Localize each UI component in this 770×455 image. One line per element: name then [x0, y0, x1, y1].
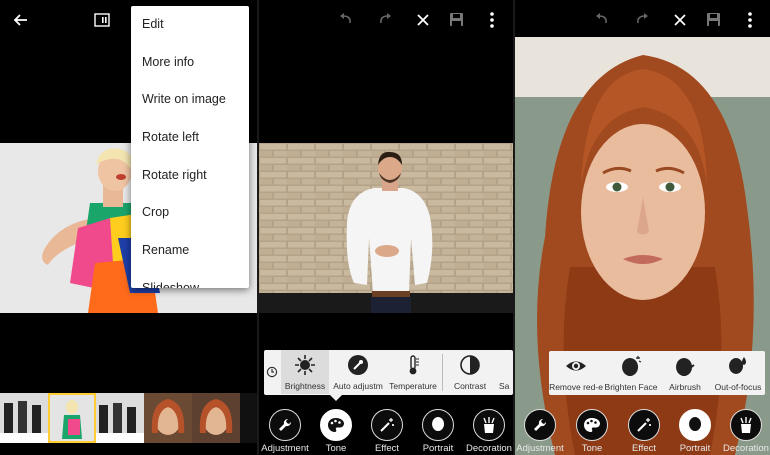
menu-item-more-info[interactable]: More info: [131, 44, 249, 82]
tool-brighten-face[interactable]: Brighten Face: [603, 351, 659, 395]
decoration-icon: [740, 417, 752, 433]
tone-tools-panel: Brightness Auto adjustm Temperature Cont…: [264, 350, 513, 395]
editor-toolbar: [515, 0, 770, 40]
tool-brightness[interactable]: Brightness: [281, 350, 329, 394]
tool-out-of-focus[interactable]: Out-of-focus: [711, 351, 765, 395]
brightness-icon: [295, 355, 315, 375]
temperature-icon: [409, 355, 419, 375]
menu-item-edit[interactable]: Edit: [131, 6, 249, 44]
auto-adjust-icon: [348, 355, 368, 375]
photo-man-brick-wall: [259, 143, 513, 313]
thumbnail-selected[interactable]: [48, 393, 96, 443]
close-icon[interactable]: [416, 13, 430, 27]
gallery-screen: Edit More info Write on image Rotate lef…: [0, 0, 257, 455]
tool-saturation[interactable]: Sa: [499, 350, 513, 394]
save-icon[interactable]: [706, 12, 721, 27]
undo-icon[interactable]: [338, 12, 354, 28]
thumbnail[interactable]: [240, 393, 257, 443]
undo-icon[interactable]: [594, 12, 610, 28]
brighten-face-icon: [622, 356, 642, 376]
menu-item-rotate-right[interactable]: Rotate right: [131, 157, 249, 195]
overflow-menu: Edit More info Write on image Rotate lef…: [131, 6, 249, 288]
redo-icon[interactable]: [634, 12, 650, 28]
tool-label: Remove red-e: [549, 382, 603, 392]
menu-item-slideshow[interactable]: Slideshow: [131, 270, 249, 288]
thumbnail-strip: [0, 393, 257, 443]
thumbnail[interactable]: [96, 393, 144, 443]
menu-item-crop[interactable]: Crop: [131, 194, 249, 232]
eye-icon: [566, 361, 586, 371]
more-options-icon[interactable]: [489, 12, 495, 28]
tool-auto-adjust[interactable]: Auto adjustm: [332, 350, 384, 394]
decoration-icon: [483, 417, 495, 433]
magic-wand-icon: [637, 418, 651, 432]
editor-tone-screen: Brightness Auto adjustm Temperature Cont…: [259, 0, 513, 455]
tool-label: Sa: [499, 381, 510, 391]
history-button[interactable]: [264, 350, 280, 394]
tab-decoration[interactable]: Decoration: [462, 407, 513, 455]
tool-label: Out-of-focus: [714, 382, 762, 392]
palette-icon: [584, 418, 600, 432]
tool-label: Temperature: [389, 381, 437, 391]
panel-pointer: [330, 395, 342, 401]
portrait-icon: [689, 417, 702, 431]
tool-divider: [442, 354, 443, 391]
thumbnail[interactable]: [192, 393, 240, 443]
tool-contrast[interactable]: Contrast: [445, 350, 495, 394]
tool-label: Brightness: [284, 381, 326, 391]
airbrush-icon: [676, 358, 695, 376]
contrast-icon: [460, 355, 480, 375]
tool-airbrush[interactable]: Airbrush: [659, 351, 711, 395]
wrench-icon: [534, 418, 547, 431]
tool-temperature[interactable]: Temperature: [386, 350, 440, 394]
menu-item-rename[interactable]: Rename: [131, 232, 249, 270]
palette-icon: [328, 418, 344, 432]
out-of-focus-icon: [729, 357, 746, 374]
thumbnail[interactable]: [0, 393, 48, 443]
tool-label: Airbrush: [669, 382, 701, 392]
redo-icon[interactable]: [377, 12, 393, 28]
tool-remove-red-eye[interactable]: Remove red-e: [549, 351, 603, 395]
menu-item-rotate-left[interactable]: Rotate left: [131, 119, 249, 157]
tab-label: Decoration: [466, 443, 512, 454]
tool-label: Contrast: [453, 381, 487, 391]
tool-label: Auto adjustm: [333, 381, 383, 391]
history-icon: [266, 366, 278, 378]
thumbnail[interactable]: [144, 393, 192, 443]
portrait-tools-panel: Remove red-e Brighten Face Airbrush Out-…: [549, 351, 765, 395]
magic-wand-icon: [380, 418, 394, 432]
more-options-icon[interactable]: [747, 12, 753, 28]
save-icon[interactable]: [449, 12, 464, 27]
slideshow-icon[interactable]: [94, 13, 110, 27]
close-icon[interactable]: [673, 13, 687, 27]
tab-decoration[interactable]: Decoration: [719, 407, 770, 455]
tab-label: Decoration: [723, 443, 769, 454]
editing-photo[interactable]: [259, 143, 513, 313]
wrench-icon: [279, 418, 292, 431]
portrait-icon: [432, 417, 445, 431]
editor-portrait-screen: Remove red-e Brighten Face Airbrush Out-…: [515, 0, 770, 455]
editor-toolbar: [259, 0, 513, 40]
tool-label: Brighten Face: [604, 382, 658, 392]
menu-item-write-on-image[interactable]: Write on image: [131, 81, 249, 119]
back-arrow-icon[interactable]: [12, 12, 28, 28]
